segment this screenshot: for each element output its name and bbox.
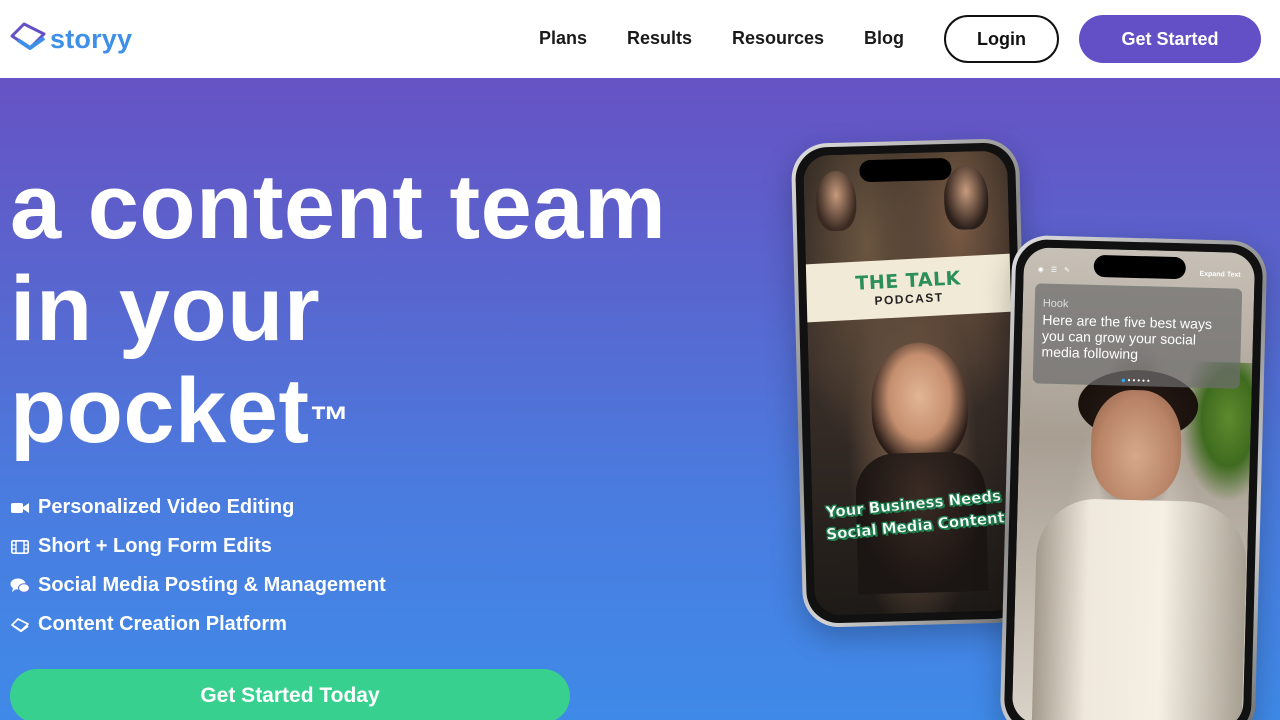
login-button[interactable]: Login (944, 15, 1059, 63)
feature-label: Short + Long Form Edits (38, 535, 272, 557)
top-navbar: storyy Plans Results Resources Blog Logi… (0, 0, 1280, 78)
get-started-button[interactable]: Get Started (1079, 15, 1261, 63)
feature-label: Content Creation Platform (38, 613, 287, 635)
editor-video-preview: ◉ ☰ ✎ Expand Text Hook Here are the five… (1011, 247, 1256, 720)
nav-link-plans[interactable]: Plans (539, 28, 587, 48)
chat-bubbles-icon (10, 576, 30, 596)
get-started-today-button[interactable]: Get Started Today (10, 669, 570, 720)
podcast-title-banner: THE TALK PODCAST (803, 253, 1018, 323)
brand-wordmark: storyy (50, 23, 133, 54)
feature-item: Content Creation Platform (10, 605, 386, 644)
headline-line-2: in your (10, 258, 321, 360)
video-camera-icon (10, 498, 30, 518)
nav-link-blog[interactable]: Blog (864, 28, 904, 48)
trademark-symbol: ™ (309, 399, 351, 443)
podcast-title: THE TALK (854, 267, 962, 295)
nav-link-results[interactable]: Results (627, 28, 692, 48)
headline-line-3: pocket (10, 360, 310, 462)
storyy-logo-icon (10, 22, 46, 50)
phone-notch (859, 157, 952, 183)
phone-mockup-editor: ◉ ☰ ✎ Expand Text Hook Here are the five… (999, 234, 1268, 720)
hook-text-card[interactable]: Hook Here are the five best ways you can… (1032, 283, 1243, 389)
expand-text-button[interactable]: Expand Text (1199, 270, 1240, 278)
headline-line-1: a content team (10, 156, 667, 258)
presenter-body (1031, 497, 1248, 720)
pencil-icon[interactable]: ✎ (1064, 266, 1070, 274)
feature-item: Social Media Posting & Management (10, 566, 386, 605)
phone-mockup-podcast: THE TALK PODCAST Your Business Needs Soc… (790, 138, 1032, 628)
film-strip-icon (10, 537, 30, 557)
brand-logo[interactable]: storyy (10, 20, 132, 52)
feature-label: Personalized Video Editing (38, 496, 295, 518)
feature-item: Short + Long Form Edits (10, 527, 386, 566)
podcast-subtitle: PODCAST (874, 290, 944, 308)
presenter-face (1089, 388, 1183, 502)
eye-icon[interactable]: ◉ (1038, 265, 1044, 273)
storyy-logo-icon (10, 615, 30, 635)
nav-link-resources[interactable]: Resources (732, 28, 824, 48)
hook-text: Here are the five best ways you can grow… (1041, 311, 1213, 363)
hero-headline: a content team in your pocket™ (10, 156, 666, 462)
feature-item: Personalized Video Editing (10, 488, 386, 527)
podcast-video-preview: THE TALK PODCAST Your Business Needs Soc… (803, 150, 1019, 616)
feature-list: Personalized Video Editing Short + Long … (10, 488, 386, 644)
feature-label: Social Media Posting & Management (38, 574, 386, 596)
list-icon[interactable]: ☰ (1051, 266, 1057, 274)
